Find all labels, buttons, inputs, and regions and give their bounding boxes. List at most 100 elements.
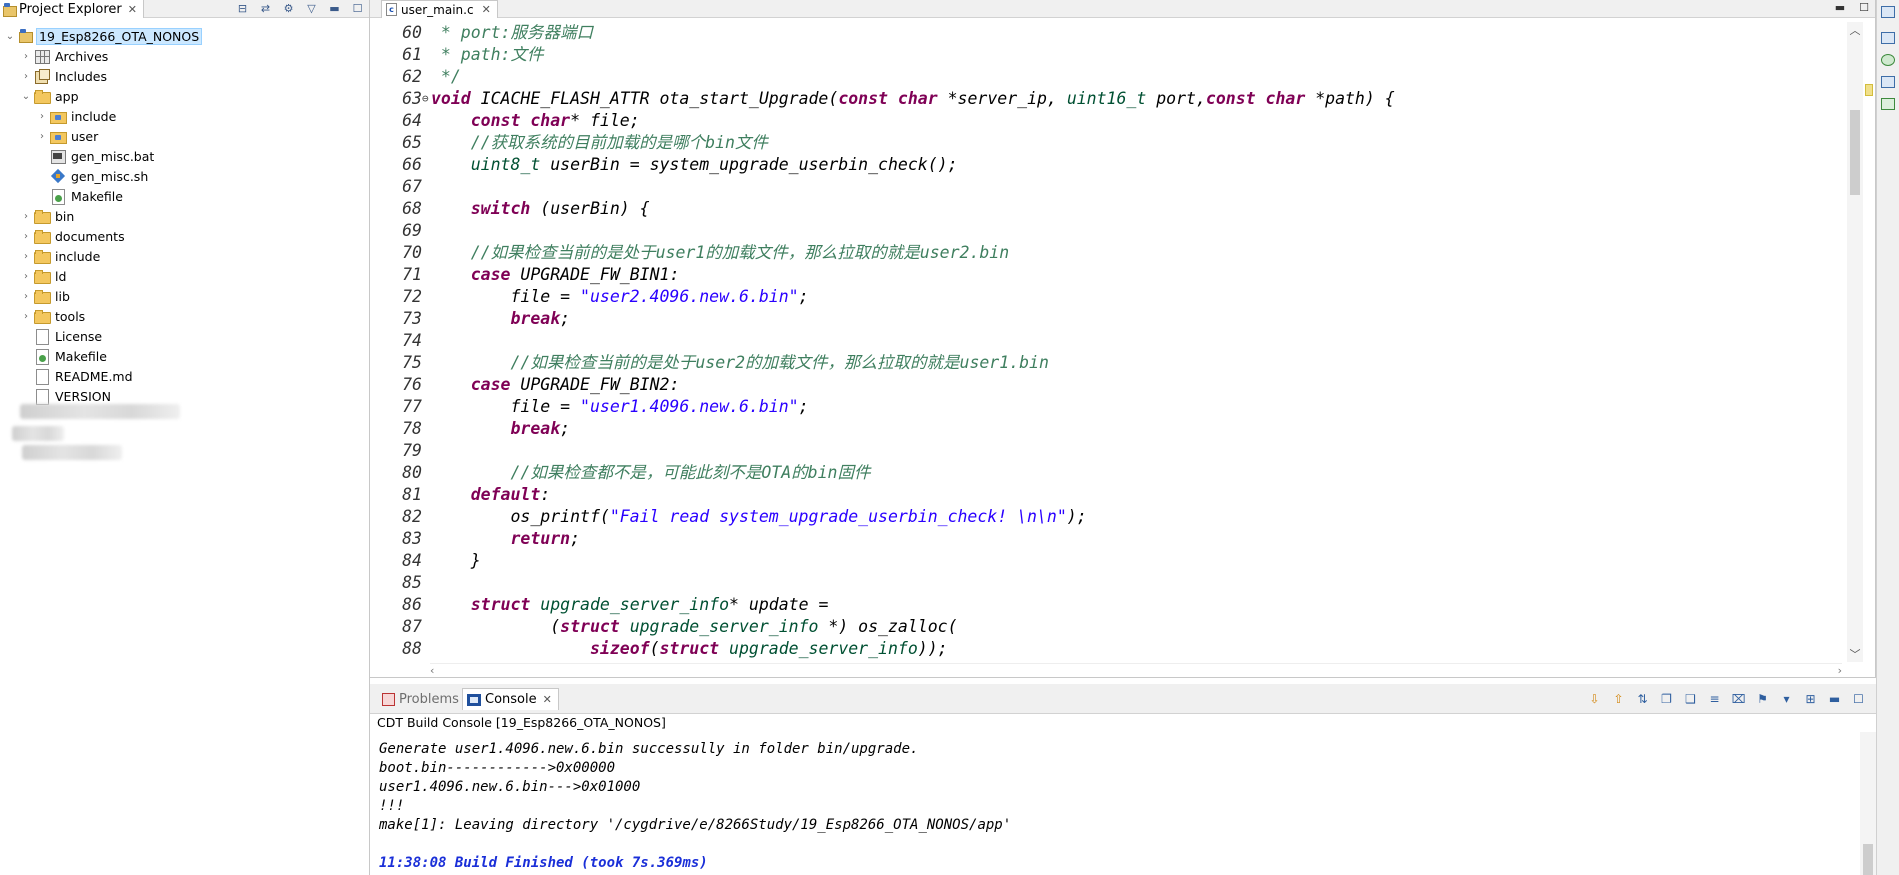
code-line[interactable]: 67 bbox=[370, 176, 1842, 198]
chevron-right-icon[interactable]: › bbox=[20, 71, 32, 82]
chevron-right-icon[interactable]: › bbox=[20, 211, 32, 222]
console-vertical-scrollbar[interactable] bbox=[1860, 732, 1876, 875]
minimize-icon[interactable]: ▬ bbox=[1835, 1, 1845, 14]
code-line[interactable]: 83 return; bbox=[370, 528, 1842, 550]
code-line[interactable]: 70 //如果检查当前的是处于user1的加载文件，那么拉取的就是user2.b… bbox=[370, 242, 1842, 264]
arrow-up-icon[interactable]: ⇧ bbox=[1611, 692, 1626, 707]
code-line[interactable]: 78 break; bbox=[370, 418, 1842, 440]
chevron-right-icon[interactable]: › bbox=[20, 251, 32, 262]
code-line[interactable]: 80 //如果检查都不是，可能此刻不是OTA的bin固件 bbox=[370, 462, 1842, 484]
tree-item[interactable]: › tools bbox=[0, 306, 369, 326]
tree-item[interactable]: VERSION bbox=[0, 386, 369, 406]
maximize-icon[interactable]: ☐ bbox=[1851, 692, 1866, 707]
tree-item[interactable]: › Includes bbox=[0, 66, 369, 86]
clear-console-icon[interactable]: ⌧ bbox=[1731, 692, 1746, 707]
tree-item[interactable]: › user bbox=[0, 126, 369, 146]
view-menu-icon[interactable]: ▽ bbox=[304, 1, 319, 16]
chevron-right-icon[interactable]: › bbox=[20, 271, 32, 282]
chevron-down-icon[interactable]: ⌄ bbox=[20, 91, 32, 102]
tree-item[interactable]: gen_misc.bat bbox=[0, 146, 369, 166]
code-line[interactable]: 77 file = "user1.4096.new.6.bin"; bbox=[370, 396, 1842, 418]
editor-vertical-scrollbar[interactable]: ︿ ﹀ bbox=[1847, 22, 1863, 662]
open-console-icon[interactable]: ⊞ bbox=[1803, 692, 1818, 707]
build-targets-icon[interactable] bbox=[1881, 98, 1895, 110]
code-text-area[interactable]: 60 * port:服务器端口 61 * path:文件 62 */63 ⊖ void … bbox=[370, 22, 1842, 662]
tree-item[interactable]: › include bbox=[0, 246, 369, 266]
code-line[interactable]: 66 uint8_t userBin = system_upgrade_user… bbox=[370, 154, 1842, 176]
filter-icon[interactable]: ⚙ bbox=[281, 1, 296, 16]
outline-icon[interactable] bbox=[1881, 6, 1895, 18]
code-line[interactable]: 88 sizeof(struct upgrade_server_info)); bbox=[370, 638, 1842, 660]
tree-item[interactable]: README.md bbox=[0, 366, 369, 386]
code-line[interactable]: 60 * port:服务器端口 bbox=[370, 22, 1842, 44]
fold-toggle-icon[interactable]: ⊖ bbox=[422, 88, 430, 110]
tree-item[interactable]: › lib bbox=[0, 286, 369, 306]
tree-item[interactable]: › ld bbox=[0, 266, 369, 286]
scrollbar-thumb[interactable] bbox=[1863, 844, 1873, 875]
task-list-icon[interactable] bbox=[1881, 76, 1895, 88]
chevron-up-icon[interactable]: ︿ bbox=[1847, 22, 1863, 38]
tab-project-explorer[interactable]: Project Explorer ✕ bbox=[0, 0, 144, 18]
scrollbar-thumb[interactable] bbox=[1850, 110, 1860, 195]
tree-item[interactable]: gen_misc.sh bbox=[0, 166, 369, 186]
target-icon[interactable] bbox=[1881, 54, 1895, 66]
maximize-icon[interactable]: ☐ bbox=[350, 1, 365, 16]
close-icon[interactable]: ✕ bbox=[543, 693, 552, 706]
code-line[interactable]: 71 case UPGRADE_FW_BIN1: bbox=[370, 264, 1842, 286]
tree-item[interactable]: License bbox=[0, 326, 369, 346]
collapse-all-icon[interactable]: ⊟ bbox=[235, 1, 250, 16]
chevron-right-icon[interactable]: › bbox=[36, 111, 48, 122]
chevron-right-icon[interactable]: › bbox=[20, 231, 32, 242]
close-icon[interactable]: ✕ bbox=[482, 3, 491, 16]
editor-horizontal-scrollbar[interactable]: ‹ › bbox=[430, 663, 1842, 677]
chevron-left-icon[interactable]: ‹ bbox=[430, 664, 434, 677]
chevron-right-icon[interactable]: › bbox=[20, 311, 32, 322]
code-line[interactable]: 69 bbox=[370, 220, 1842, 242]
code-line[interactable]: 63 ⊖ void ICACHE_FLASH_ATTR ota_start_Upgr… bbox=[370, 88, 1842, 110]
tree-item[interactable]: ⌄ 19_Esp8266_OTA_NONOS bbox=[0, 26, 369, 46]
code-line[interactable]: 79 bbox=[370, 440, 1842, 462]
chevron-right-icon[interactable]: › bbox=[1838, 664, 1842, 677]
minimize-icon[interactable]: ▬ bbox=[1827, 692, 1842, 707]
link-with-editor-icon[interactable]: ⇄ bbox=[258, 1, 273, 16]
clipboard-icon[interactable]: ❑ bbox=[1683, 692, 1698, 707]
maximize-icon[interactable]: ☐ bbox=[1859, 1, 1869, 14]
minimize-icon[interactable]: ▬ bbox=[327, 1, 342, 16]
chevron-right-icon[interactable]: › bbox=[36, 131, 48, 142]
chevron-right-icon[interactable]: › bbox=[20, 291, 32, 302]
code-line[interactable]: 62 */ bbox=[370, 66, 1842, 88]
code-line[interactable]: 73 break; bbox=[370, 308, 1842, 330]
tree-item[interactable]: › Archives bbox=[0, 46, 369, 66]
tab-console[interactable]: Console ✕ bbox=[462, 688, 559, 710]
chevron-down-icon[interactable]: ⌄ bbox=[4, 31, 16, 42]
code-line[interactable]: 64 const char* file; bbox=[370, 110, 1842, 132]
close-icon[interactable]: ✕ bbox=[128, 3, 137, 16]
hierarchy-icon[interactable] bbox=[1881, 32, 1895, 44]
code-line[interactable]: 85 bbox=[370, 572, 1842, 594]
code-line[interactable]: 68 switch (userBin) { bbox=[370, 198, 1842, 220]
tree-item[interactable]: Makefile bbox=[0, 186, 369, 206]
code-line[interactable]: 87 (struct upgrade_server_info *) os_zal… bbox=[370, 616, 1842, 638]
code-line[interactable]: 75 //如果检查当前的是处于user2的加载文件，那么拉取的就是user1.b… bbox=[370, 352, 1842, 374]
word-wrap-icon[interactable]: ≡ bbox=[1707, 692, 1722, 707]
code-line[interactable]: 61 * path:文件 bbox=[370, 44, 1842, 66]
chevron-right-icon[interactable]: › bbox=[20, 51, 32, 62]
code-line[interactable]: 74 bbox=[370, 330, 1842, 352]
code-line[interactable]: 65 //获取系统的目前加载的是哪个bin文件 bbox=[370, 132, 1842, 154]
chevron-down-icon[interactable]: ﹀ bbox=[1847, 646, 1863, 662]
copy-icon[interactable]: ❐ bbox=[1659, 692, 1674, 707]
pin-console-icon[interactable]: ⚑ bbox=[1755, 692, 1770, 707]
arrow-down-icon[interactable]: ⇩ bbox=[1587, 692, 1602, 707]
code-line[interactable]: 81 default: bbox=[370, 484, 1842, 506]
tree-item[interactable]: Makefile bbox=[0, 346, 369, 366]
tab-user-main-c[interactable]: c user_main.c ✕ bbox=[381, 0, 498, 18]
console-output[interactable]: __ __ ____ ____ __ ___ ____ Generate use… bbox=[370, 732, 1876, 875]
code-line[interactable]: 72 file = "user2.4096.new.6.bin"; bbox=[370, 286, 1842, 308]
tree-item[interactable]: › include bbox=[0, 106, 369, 126]
code-line[interactable]: 76 case UPGRADE_FW_BIN2: bbox=[370, 374, 1842, 396]
scroll-lock-icon[interactable]: ⇅ bbox=[1635, 692, 1650, 707]
code-line[interactable]: 86 struct upgrade_server_info* update = bbox=[370, 594, 1842, 616]
tree-item[interactable]: › bin bbox=[0, 206, 369, 226]
code-line[interactable]: 84 } bbox=[370, 550, 1842, 572]
tree-item[interactable]: › documents bbox=[0, 226, 369, 246]
